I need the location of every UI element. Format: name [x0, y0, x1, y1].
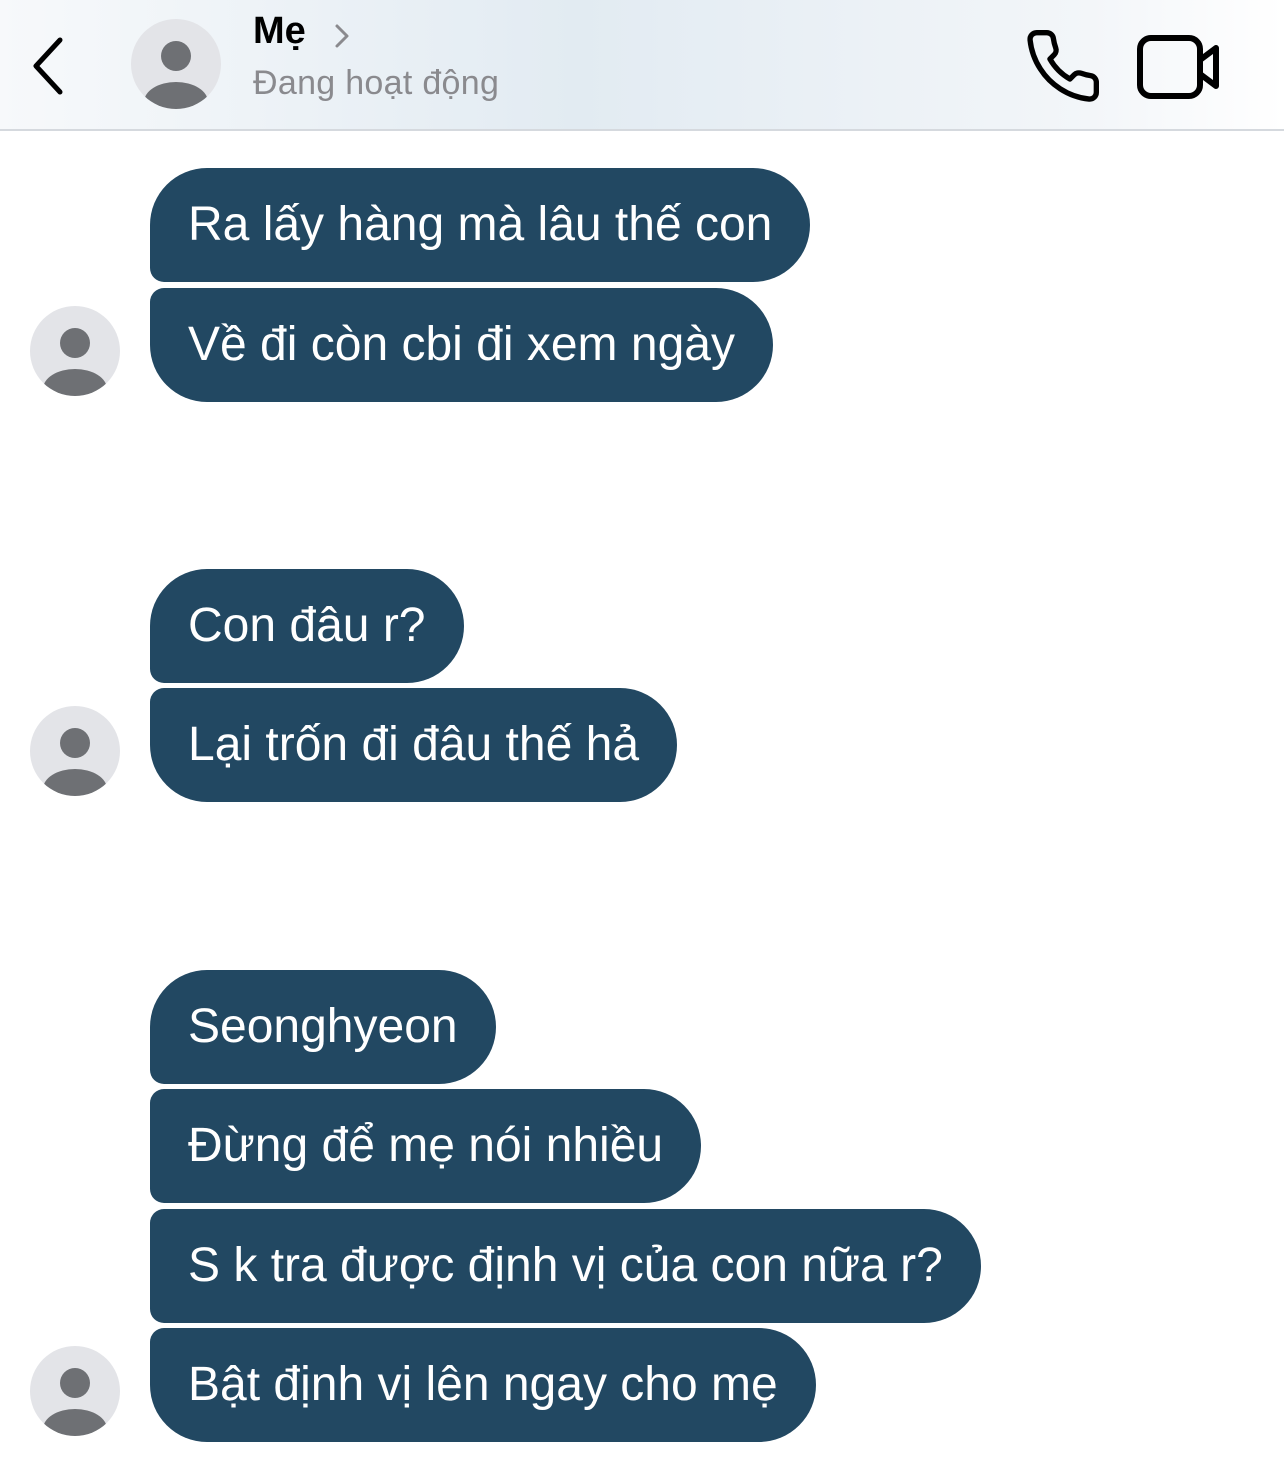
contact-avatar[interactable] — [131, 19, 221, 109]
message-bubble[interactable]: Seonghyeon — [150, 970, 496, 1084]
message-bubble[interactable]: Ra lấy hàng mà lâu thế con — [150, 168, 811, 282]
contact-status: Đang hoạt động — [253, 64, 500, 102]
video-camera-icon — [1137, 35, 1219, 99]
message-bubble[interactable]: S k tra được định vị của con nữa r? — [150, 1209, 981, 1323]
contact-name[interactable]: Mẹ — [253, 10, 306, 53]
phone-icon — [1027, 29, 1100, 102]
call-button[interactable] — [1020, 26, 1106, 106]
person-icon — [131, 19, 221, 109]
video-call-button[interactable] — [1132, 30, 1226, 104]
chevron-right-icon[interactable] — [330, 20, 354, 52]
back-button[interactable] — [22, 28, 82, 104]
message-bubble[interactable]: Bật định vị lên ngay cho mẹ — [150, 1328, 816, 1442]
sender-avatar[interactable] — [30, 1346, 120, 1436]
person-icon — [30, 706, 120, 796]
message-bubble[interactable]: Con đâu r? — [150, 569, 464, 683]
sender-avatar[interactable] — [30, 706, 120, 796]
chevron-left-icon — [33, 37, 63, 95]
message-bubble[interactable]: Về đi còn cbi đi xem ngày — [150, 288, 773, 402]
person-icon — [30, 1346, 120, 1436]
sender-avatar[interactable] — [30, 306, 120, 396]
chat-header: Mẹ Đang hoạt động — [0, 0, 1284, 131]
message-bubble[interactable]: Đừng để mẹ nói nhiều — [150, 1089, 702, 1203]
message-bubble[interactable]: Lại trốn đi đâu thế hả — [150, 688, 678, 802]
person-icon — [30, 306, 120, 396]
